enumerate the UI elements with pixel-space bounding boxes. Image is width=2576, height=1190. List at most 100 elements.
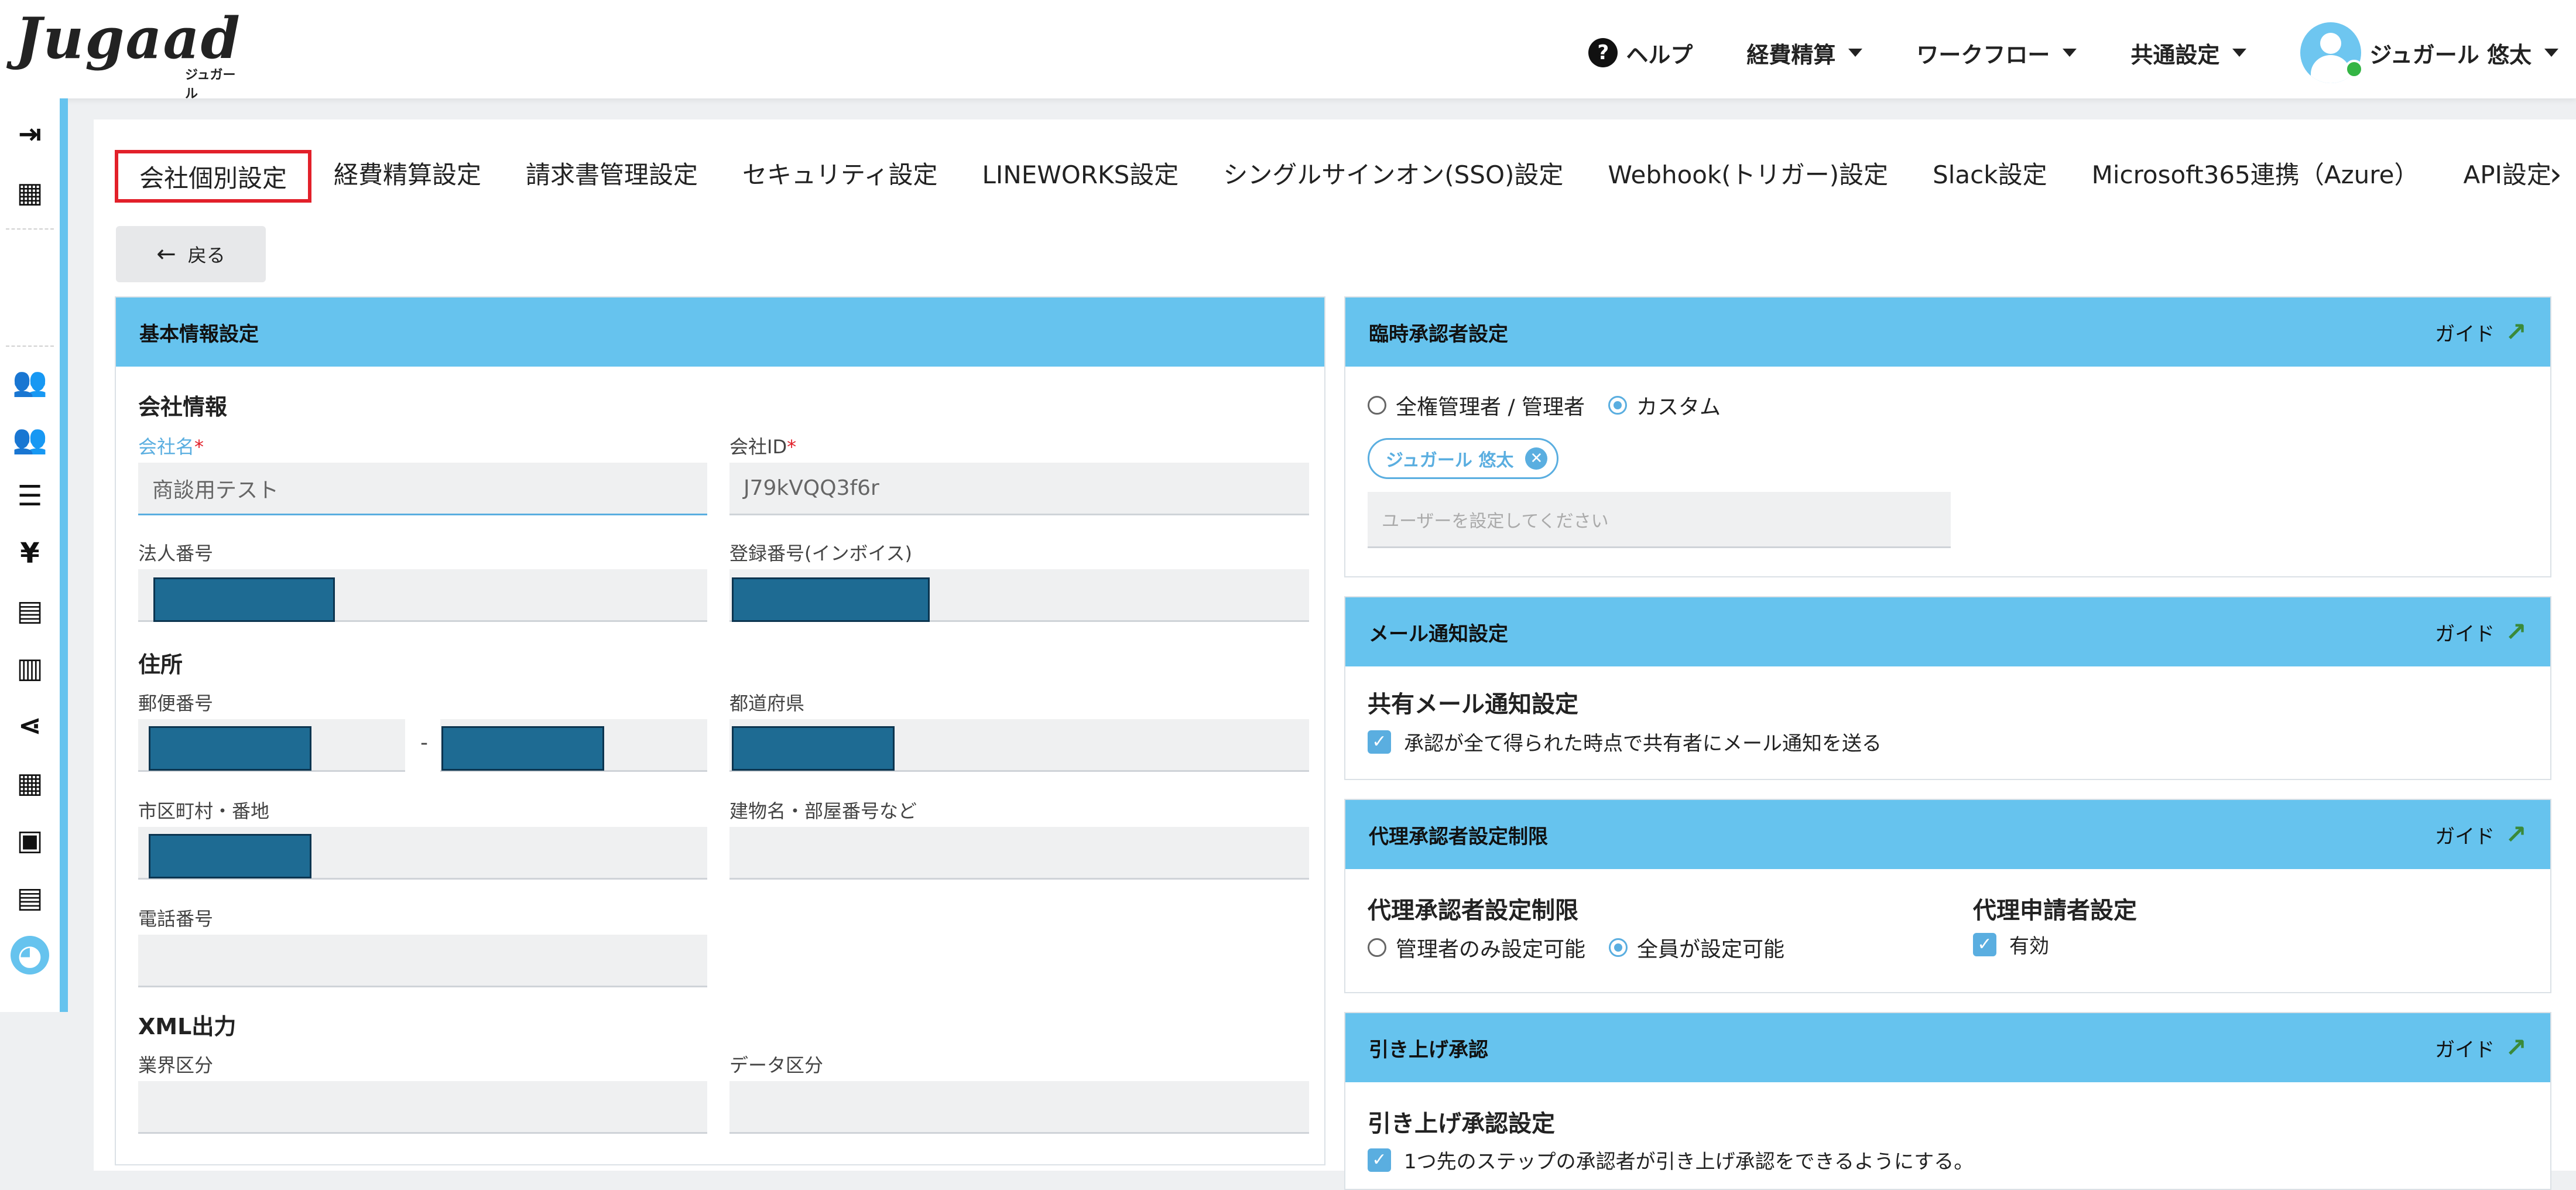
guide-link[interactable]: ガイド ↗ <box>2435 317 2527 347</box>
guide-link[interactable]: ガイド ↗ <box>2435 617 2527 647</box>
pullup-subhead: 引き上げ承認設定 <box>1368 1110 1555 1137</box>
tab-slack-settings[interactable]: Slack設定 <box>1910 150 2069 196</box>
expand-sidebar-icon[interactable]: ⇥ <box>11 115 49 153</box>
building-input[interactable] <box>729 827 1309 880</box>
sidebar-divider <box>6 228 54 230</box>
menu-common-settings-label: 共通設定 <box>2130 42 2220 68</box>
share-mail-option[interactable]: ✓ 承認が全て得られた時点で共有者にメール通知を送る <box>1368 727 1882 756</box>
postal-code-separator: - <box>420 731 428 755</box>
radio-admin-only-label: 管理者のみ設定可能 <box>1396 938 1586 962</box>
industry-select[interactable] <box>138 1081 707 1134</box>
help-link[interactable]: ? ヘルプ <box>1588 37 1693 69</box>
external-link-icon: ↗ <box>2505 317 2527 347</box>
tab-expense-settings[interactable]: 経費精算設定 <box>311 150 503 196</box>
redacted-value <box>153 577 335 622</box>
radio-all[interactable]: 全員が設定可能 <box>1609 932 1784 963</box>
tab-webhook-settings[interactable]: Webhook(トリガー)設定 <box>1585 150 1910 196</box>
radio-admin[interactable]: 全権管理者 / 管理者 <box>1368 390 1585 420</box>
pullup-header: 引き上げ承認 ガイド ↗ <box>1345 1013 2550 1082</box>
data-type-select[interactable] <box>729 1081 1309 1134</box>
guide-link[interactable]: ガイド ↗ <box>2435 820 2527 850</box>
company-id-label: 会社ID* <box>729 436 797 458</box>
settings-panel: 会社個別設定 経費精算設定 請求書管理設定 セキュリティ設定 LINEWORKS… <box>94 119 2576 1190</box>
company-name-input[interactable]: 商談用テスト <box>138 463 707 515</box>
city-label: 市区町村・番地 <box>138 800 270 822</box>
user-name: ジュガール 悠太 <box>2369 42 2532 68</box>
remove-icon[interactable]: ✕ <box>1525 447 1548 470</box>
radio-on-icon <box>1608 396 1628 415</box>
temp-approver-options: 全権管理者 / 管理者 カスタム <box>1368 390 1721 420</box>
selected-user-chip: ジュガール 悠太 ✕ <box>1368 438 1559 479</box>
mail-notify-title: メール通知設定 <box>1369 622 1508 646</box>
book-icon[interactable]: ▤ <box>11 878 49 917</box>
settings-tabs: 会社個別設定 経費精算設定 請求書管理設定 セキュリティ設定 LINEWORKS… <box>115 150 2574 203</box>
radio-custom[interactable]: カスタム <box>1608 390 1721 420</box>
basic-info-card: 基本情報設定 会社情報 会社名* 商談用テスト 会社ID* J79kVQQ3f6… <box>115 296 1325 1165</box>
receipt-icon[interactable]: ▤ <box>11 591 49 630</box>
user-search-input[interactable]: ユーザーを設定してください <box>1368 492 1951 548</box>
document-list-icon[interactable]: ▣ <box>11 821 49 860</box>
radio-admin-only[interactable]: 管理者のみ設定可能 <box>1368 932 1585 963</box>
jugaad-logo[interactable]: Jugaad ジュガール <box>15 5 241 102</box>
tab-microsoft365-settings[interactable]: Microsoft365連携（Azure） <box>2070 150 2441 196</box>
tab-company-settings[interactable]: 会社個別設定 <box>115 150 312 203</box>
menu-expense[interactable]: 経費精算 <box>1746 37 1863 69</box>
menu-workflow[interactable]: ワークフロー <box>1916 37 2077 69</box>
groups-icon[interactable]: 👥 <box>11 419 49 458</box>
mail-notify-subhead: 共有メール通知設定 <box>1368 691 1578 718</box>
building-label: 建物名・部屋番号など <box>729 800 917 822</box>
address-section-title: 住所 <box>138 652 183 678</box>
postal-code-label: 郵便番号 <box>138 692 214 714</box>
share-mail-label: 承認が全て得られた時点で共有者にメール通知を送る <box>1404 732 1882 755</box>
phone-label: 電話番号 <box>138 908 214 930</box>
yen-icon[interactable]: ¥ <box>11 534 49 573</box>
guide-label: ガイド <box>2435 322 2495 346</box>
list-icon[interactable]: ☰ <box>11 477 49 515</box>
checkbox-checked-icon[interactable]: ✓ <box>1368 1148 1391 1172</box>
proxy-limit-header: 代理承認者設定制限 ガイド ↗ <box>1345 800 2550 869</box>
mail-notify-card: メール通知設定 ガイド ↗ 共有メール通知設定 ✓ 承認が全て得られた時点で共有… <box>1344 596 2551 780</box>
radio-off-icon <box>1368 396 1386 415</box>
pullup-option[interactable]: ✓ 1つ先のステップの承認者が引き上げ承認をできるようにする。 <box>1368 1145 1974 1174</box>
pullup-label: 1つ先のステップの承認者が引き上げ承認をできるようにする。 <box>1404 1150 1974 1174</box>
back-button[interactable]: ← 戻る <box>116 226 266 282</box>
redacted-value <box>441 726 604 771</box>
menu-common-settings[interactable]: 共通設定 <box>2130 37 2247 69</box>
palette-settings-icon[interactable]: ◕ <box>11 936 49 974</box>
tab-invoice-settings[interactable]: 請求書管理設定 <box>503 150 720 196</box>
phone-input[interactable] <box>138 935 707 987</box>
guide-link[interactable]: ガイド ↗ <box>2435 1033 2527 1063</box>
left-sidebar: ⇥ ▦ 👥 👥 ☰ ¥ ▤ ▥ ⋖ ▦ ▣ ▤ ◕ <box>0 98 68 1012</box>
tab-security-settings[interactable]: セキュリティ設定 <box>720 150 960 196</box>
chevron-right-icon[interactable]: › <box>2549 156 2562 193</box>
proxy-limit-subhead: 代理承認者設定制限 <box>1368 897 1578 924</box>
invoice-icon[interactable]: ▥ <box>11 649 49 688</box>
tab-lineworks-settings[interactable]: LINEWORKS設定 <box>960 150 1201 196</box>
building-icon[interactable]: ▦ <box>11 173 49 212</box>
redacted-value <box>149 726 311 771</box>
user-menu[interactable]: ジュガール 悠太 <box>2300 22 2558 83</box>
users-icon[interactable]: 👥 <box>11 362 49 401</box>
prefecture-label: 都道府県 <box>729 692 805 714</box>
chevron-down-icon <box>1848 49 1863 57</box>
chevron-down-icon <box>2063 49 2077 57</box>
guide-label: ガイド <box>2435 825 2495 849</box>
redacted-value <box>732 726 895 771</box>
company-id-input[interactable]: J79kVQQ3f6r <box>729 463 1309 515</box>
proxy-applicant-option[interactable]: ✓ 有効 <box>1973 930 2049 959</box>
tab-sso-settings[interactable]: シングルサインオン(SSO)設定 <box>1201 150 1585 196</box>
back-button-label: 戻る <box>187 244 225 266</box>
table-icon[interactable]: ▦ <box>11 764 49 802</box>
proxy-applicant-label: 有効 <box>2009 935 2049 958</box>
logo-text: Jugaad <box>15 5 241 71</box>
company-section-title: 会社情報 <box>138 394 228 420</box>
chevron-down-icon <box>2544 49 2558 57</box>
checkbox-checked-icon[interactable]: ✓ <box>1973 932 1996 956</box>
checkbox-checked-icon[interactable]: ✓ <box>1368 730 1391 754</box>
external-link-icon: ↗ <box>2505 1032 2527 1063</box>
share-icon[interactable]: ⋖ <box>11 706 49 745</box>
avatar <box>2300 22 2364 83</box>
proxy-applicant-subhead: 代理申請者設定 <box>1973 897 2137 924</box>
pullup-title: 引き上げ承認 <box>1369 1038 1488 1062</box>
redacted-value <box>149 834 311 878</box>
